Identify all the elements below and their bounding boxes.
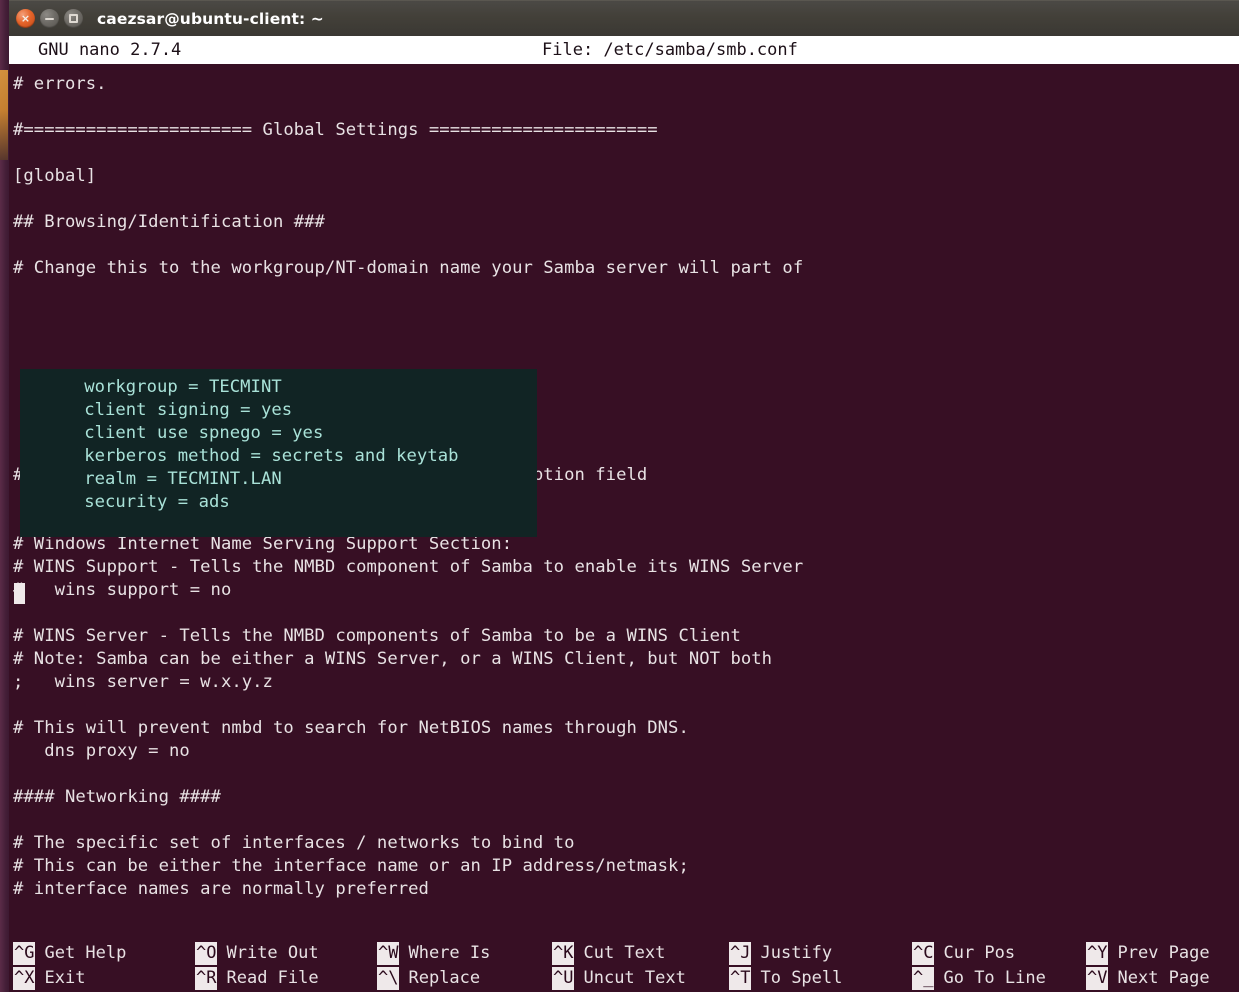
terminal-window: × caezsar@ubuntu-client: ~ GNU nano 2.7.… [9, 0, 1239, 992]
close-button[interactable]: × [16, 9, 35, 28]
shortcut-row1-5[interactable]: ^J Justify [729, 942, 832, 965]
background-window-accent [0, 70, 8, 160]
shortcut-key: ^\ [377, 967, 400, 990]
editor-line: #### Networking #### [13, 787, 221, 807]
nano-header-bar: GNU nano 2.7.4 File: /etc/samba/smb.conf [9, 36, 1239, 64]
shortcut-row1-1[interactable]: ^G Get Help [13, 942, 126, 965]
shortcut-row2-3[interactable]: ^\ Replace [377, 967, 480, 990]
shortcut-row2-7[interactable]: ^V Next Page [1086, 967, 1210, 990]
shortcut-label: Prev Page [1117, 943, 1210, 963]
editor-line: # The specific set of interfaces / netwo… [13, 833, 575, 853]
shortcut-key: ^T [729, 967, 752, 990]
shortcut-key: ^O [195, 942, 218, 965]
editor-line: ; wins server = w.x.y.z [13, 672, 273, 692]
shortcut-row1-3[interactable]: ^W Where Is [377, 942, 490, 965]
shortcut-row-1: ^G Get Help ^O Write Out ^W Where Is ^K Cut Tex… [9, 941, 1239, 966]
shortcut-label: Replace [408, 968, 481, 988]
shortcut-label: Write Out [226, 943, 319, 963]
window-controls: × [16, 9, 83, 28]
shortcut-key: ^W [377, 942, 400, 965]
nano-file-label: File: /etc/samba/smb.conf [542, 40, 798, 60]
shortcut-key: ^X [13, 967, 36, 990]
text-cursor [14, 583, 25, 604]
minimize-button[interactable] [40, 9, 59, 28]
shortcut-row2-1[interactable]: ^X Exit [13, 967, 85, 990]
editor-line: [global] [13, 166, 97, 186]
shortcut-row2-4[interactable]: ^U Uncut Text [552, 967, 686, 990]
shortcut-key: ^G [13, 942, 36, 965]
shortcut-key: ^_ [912, 967, 935, 990]
close-icon: × [20, 12, 31, 25]
editor-line: # interface names are normally preferred [13, 879, 429, 899]
editor-line: # wins support = no [13, 580, 232, 600]
shortcut-key: ^Y [1086, 942, 1109, 965]
shortcut-label: Next Page [1117, 968, 1210, 988]
shortcut-key: ^U [552, 967, 575, 990]
shortcut-key: ^R [195, 967, 218, 990]
shortcut-label: Go To Line [943, 968, 1046, 988]
shortcut-key: ^V [1086, 967, 1109, 990]
maximize-icon [69, 14, 78, 23]
editor-line: # This will prevent nmbd to search for N… [13, 718, 689, 738]
shortcut-label: Exit [44, 968, 86, 988]
shortcut-row1-2[interactable]: ^O Write Out [195, 942, 319, 965]
shortcut-key: ^K [552, 942, 575, 965]
editor-line: # Change this to the workgroup/NT-domain… [13, 258, 804, 278]
editor-line: # Note: Samba can be either a WINS Serve… [13, 649, 773, 669]
shortcut-row2-5[interactable]: ^T To Spell [729, 967, 842, 990]
shortcut-label: Cut Text [583, 943, 666, 963]
highlighted-config-line: client use spnego = yes [53, 423, 324, 443]
screen: nderoh ules × caezsar@ubuntu-client: ~ G… [0, 0, 1239, 992]
shortcut-label: Read File [226, 968, 319, 988]
window-title: caezsar@ubuntu-client: ~ [97, 9, 324, 28]
shortcut-row-2: ^X Exit ^R Read File ^\ Replace ^U Uncut Text ^T… [9, 966, 1239, 991]
window-titlebar[interactable]: × caezsar@ubuntu-client: ~ [9, 0, 1239, 36]
maximize-button[interactable] [64, 9, 83, 28]
shortcut-label: Where Is [408, 943, 491, 963]
editor-line: # This can be either the interface name … [13, 856, 689, 876]
shortcut-row1-7[interactable]: ^Y Prev Page [1086, 942, 1210, 965]
highlighted-config-line: kerberos method = secrets and keytab [53, 446, 459, 466]
shortcut-row2-6[interactable]: ^_ Go To Line [912, 967, 1046, 990]
editor-line: # WINS Support - Tells the NMBD componen… [13, 557, 804, 577]
highlighted-config-line: workgroup = TECMINT [53, 377, 282, 397]
shortcut-row1-4[interactable]: ^K Cut Text [552, 942, 665, 965]
highlighted-config-lines: workgroup = TECMINT client signing = yes… [49, 376, 459, 514]
shortcut-label: Uncut Text [583, 968, 686, 988]
shortcut-row1-6[interactable]: ^C Cur Pos [912, 942, 1015, 965]
editor-text-area[interactable]: # errors. #====================== Global… [9, 64, 1239, 940]
editor-line: dns proxy = no [13, 741, 190, 761]
shortcut-row2-2[interactable]: ^R Read File [195, 967, 319, 990]
nano-version-label: GNU nano 2.7.4 [38, 40, 182, 60]
editor-line: #====================== Global Settings … [13, 120, 658, 140]
shortcut-key: ^C [912, 942, 935, 965]
highlighted-config-line: realm = TECMINT.LAN [53, 469, 282, 489]
shortcut-key: ^J [729, 942, 752, 965]
editor-line: # errors. [13, 74, 107, 94]
minimize-icon [45, 17, 54, 20]
shortcut-label: To Spell [760, 968, 843, 988]
editor-line: ## Browsing/Identification ### [13, 212, 325, 232]
editor-line: # WINS Server - Tells the NMBD component… [13, 626, 741, 646]
nano-shortcut-bar: ^G Get Help ^O Write Out ^W Where Is ^K Cut Tex… [9, 940, 1239, 992]
highlighted-config-line: security = ads [53, 492, 230, 512]
shortcut-label: Cur Pos [943, 943, 1016, 963]
shortcut-label: Justify [760, 943, 833, 963]
shortcut-label: Get Help [44, 943, 127, 963]
highlighted-config-line: client signing = yes [53, 400, 293, 420]
